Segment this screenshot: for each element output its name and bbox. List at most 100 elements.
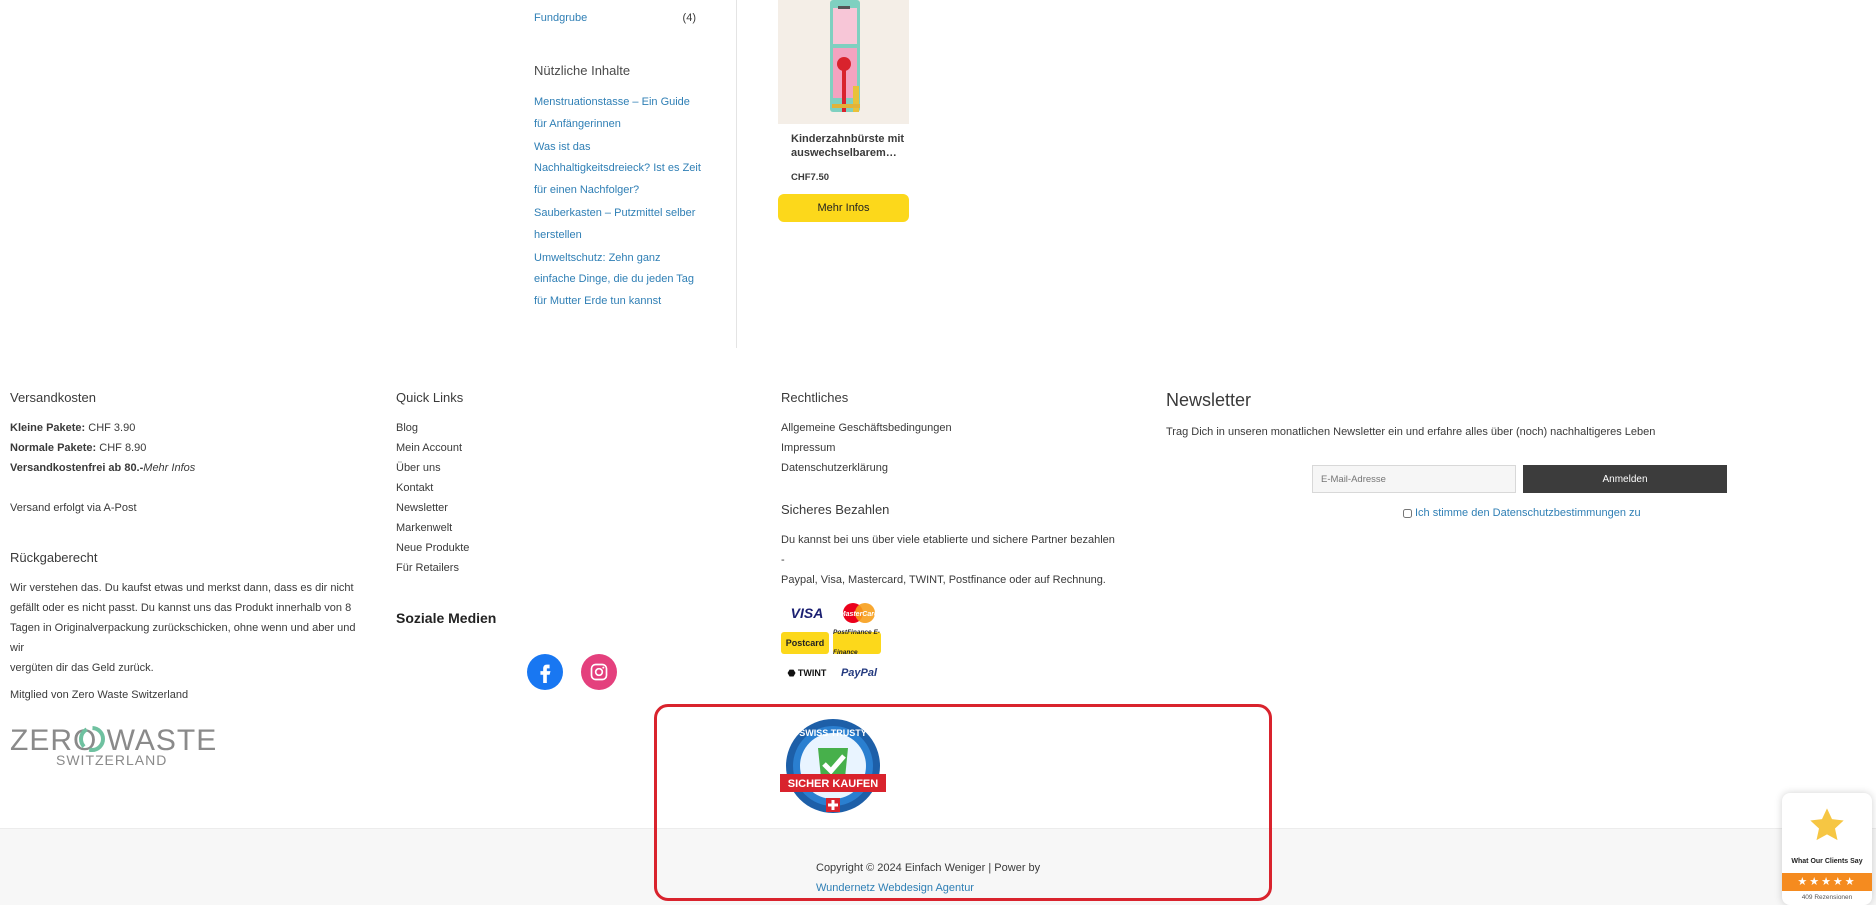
product-title-line[interactable]: Kinderzahnbürste mit xyxy=(791,133,904,145)
post-link-line[interactable]: für einen Nachfolger? xyxy=(534,184,639,196)
legal-links-list: Allgemeine Geschäftsbedingungen Impressu… xyxy=(781,418,1121,478)
mastercard-logo: MasterCard xyxy=(833,602,885,624)
quick-link-account[interactable]: Mein Account xyxy=(396,442,462,454)
trust-seal-graphic: SWISS TRUSTY SICHER KAUFEN xyxy=(780,719,886,813)
post-link-line[interactable]: für Anfängerinnen xyxy=(534,118,621,130)
post-link[interactable]: Menstruationstasse – Ein Guide für Anfän… xyxy=(534,92,702,136)
shipping-carrier-text: Versand erfolgt via A-Post xyxy=(10,502,137,514)
paypal-logo: PayPal xyxy=(840,667,878,679)
quick-link-new-products[interactable]: Neue Produkte xyxy=(396,542,469,554)
post-link-line[interactable]: für Mutter Erde tun kannst xyxy=(534,295,661,307)
post-link-line[interactable]: Menstruationstasse – Ein Guide xyxy=(534,96,690,108)
footer-shipping-column: Versandkosten Kleine Pakete: CHF 3.90 No… xyxy=(10,388,370,678)
small-package-row: Kleine Pakete: CHF 3.90 xyxy=(10,418,370,438)
consent-checkbox-row[interactable]: Ich stimme den Datenschutzbestimmungen z… xyxy=(1403,503,1641,523)
swiss-trusty-seal[interactable]: SWISS TRUSTY SICHER KAUFEN xyxy=(780,718,886,818)
toothbrush-image xyxy=(778,0,909,124)
social-heading: Soziale Medien xyxy=(396,610,497,626)
copyright-text: Copyright © 2024 Einfach Weniger | Power… xyxy=(816,862,1041,874)
more-info-button[interactable]: Mehr Infos xyxy=(778,194,909,222)
agency-link[interactable]: Wundernetz Webdesign Agentur xyxy=(816,882,974,894)
product-image[interactable] xyxy=(778,0,909,124)
quick-link-blog[interactable]: Blog xyxy=(396,422,418,434)
zero-waste-logo[interactable]: ZERO WASTE SWITZERLAND xyxy=(10,722,220,773)
twint-logo: ⬣ TWINT xyxy=(787,668,827,678)
sidebar-divider xyxy=(736,0,737,348)
review-count: 409 Rezensionen xyxy=(1801,894,1853,901)
legal-link-privacy[interactable]: Datenschutzerklärung xyxy=(781,462,888,474)
category-item-fundgrube[interactable]: Fundgrube (4) xyxy=(534,12,696,24)
quick-link-retailers[interactable]: Für Retailers xyxy=(396,562,459,574)
zero-waste-subtitle: SWITZERLAND xyxy=(56,752,167,768)
product-price: CHF7.50 xyxy=(791,172,830,183)
consent-checkbox[interactable] xyxy=(1403,508,1412,518)
free-shipping-label: Versandkostenfrei ab 80.- xyxy=(10,462,144,474)
post-link-line[interactable]: Sauberkasten – Putzmittel selber xyxy=(534,207,695,219)
email-input[interactable] xyxy=(1312,465,1516,493)
post-link-line[interactable]: Nachhaltigkeitsdreieck? Ist es Zeit xyxy=(534,162,701,174)
returns-line: gefällt oder es nicht passt. Du kannst u… xyxy=(10,602,352,614)
member-text: Mitglied von Zero Waste Switzerland xyxy=(10,689,189,701)
category-count: (4) xyxy=(682,12,696,24)
useful-posts-list: Menstruationstasse – Ein Guide für Anfän… xyxy=(534,92,702,314)
quick-link-contact[interactable]: Kontakt xyxy=(396,482,433,494)
post-link[interactable]: Umweltschutz: Zehn ganz einfache Dinge, … xyxy=(534,248,702,313)
small-package-price: CHF 3.90 xyxy=(85,422,136,434)
normal-package-label: Normale Pakete: xyxy=(10,442,97,454)
visa-logo: VISA xyxy=(790,605,824,621)
sidebar-heading: Nützliche Inhalte xyxy=(534,63,631,78)
review-widget[interactable]: What Our Clients Say ★★★★★ 409 Rezension… xyxy=(1782,793,1872,905)
quick-link-newsletter[interactable]: Newsletter xyxy=(396,502,448,514)
returns-line: Tagen in Originalverpackung zurückschick… xyxy=(10,622,356,654)
review-widget-label: What Our Clients Say xyxy=(1791,858,1863,865)
seal-banner-text: SICHER KAUFEN xyxy=(788,778,879,790)
zero-waste-logo-graphic: ZERO WASTE SWITZERLAND xyxy=(10,724,216,768)
quick-links-list: Blog Mein Account Über uns Kontakt Newsl… xyxy=(396,418,696,578)
footer-quicklinks-column: Quick Links Blog Mein Account Über uns K… xyxy=(396,388,696,690)
signup-button[interactable]: Anmelden xyxy=(1523,465,1727,493)
quick-link-about[interactable]: Über uns xyxy=(396,462,441,474)
quick-link-brands[interactable]: Markenwelt xyxy=(396,522,452,534)
payment-heading: Sicheres Bezahlen xyxy=(781,502,890,517)
star-icon xyxy=(1810,808,1844,841)
post-link[interactable]: Sauberkasten – Putzmittel selber herstel… xyxy=(534,203,702,247)
payment-logos: VISA MasterCard Postcard PostFinance E-F… xyxy=(781,602,1121,684)
post-link-line[interactable]: Umweltschutz: Zehn ganz xyxy=(534,252,661,264)
returns-text: Wir verstehen das. Du kaufst etwas und m… xyxy=(10,578,370,678)
newsletter-form: Anmelden xyxy=(1312,465,1727,493)
review-stars: ★★★★★ xyxy=(1782,873,1872,891)
quick-links-heading: Quick Links xyxy=(396,390,464,405)
consent-label[interactable]: Ich stimme den Datenschutzbestimmungen z… xyxy=(1415,503,1641,523)
product-title[interactable]: Kinderzahnbürste mit auswechselbarem… xyxy=(791,132,911,160)
returns-heading: Rückgaberecht xyxy=(10,550,98,565)
more-info-link[interactable]: Mehr Infos xyxy=(143,462,195,474)
payment-text-line: Paypal, Visa, Mastercard, TWINT, Postfin… xyxy=(781,574,1106,586)
normal-package-price: CHF 8.90 xyxy=(96,442,147,454)
svg-text:MasterCard: MasterCard xyxy=(840,611,879,618)
payment-text-line: Du kannst bei uns über viele etablierte … xyxy=(781,534,1115,566)
returns-line: Wir verstehen das. Du kaufst etwas und m… xyxy=(10,582,354,594)
post-link-line[interactable]: herstellen xyxy=(534,229,582,241)
copyright: Copyright © 2024 Einfach Weniger | Power… xyxy=(816,858,1040,898)
free-shipping-row: Versandkostenfrei ab 80.-Mehr Infos xyxy=(10,458,370,478)
newsletter-heading: Newsletter xyxy=(1166,390,1252,410)
post-link-line[interactable]: einfache Dinge, die du jeden Tag xyxy=(534,273,694,285)
legal-link-imprint[interactable]: Impressum xyxy=(781,442,835,454)
facebook-icon[interactable] xyxy=(527,654,563,690)
legal-link-terms[interactable]: Allgemeine Geschäftsbedingungen xyxy=(781,422,952,434)
postcard-logo: Postcard xyxy=(781,632,829,654)
instagram-icon[interactable] xyxy=(581,654,617,690)
legal-heading: Rechtliches xyxy=(781,390,849,405)
post-link[interactable]: Was ist das Nachhaltigkeitsdreieck? Ist … xyxy=(534,137,702,202)
small-package-label: Kleine Pakete: xyxy=(10,422,86,434)
footer-legal-column: Rechtliches Allgemeine Geschäftsbedingun… xyxy=(781,388,1121,684)
shipping-heading: Versandkosten xyxy=(10,390,97,405)
product-title-line[interactable]: auswechselbarem… xyxy=(791,147,897,159)
social-icons xyxy=(527,654,696,690)
postfinance-efinance-logo: PostFinance E-Finance xyxy=(833,629,881,656)
normal-package-row: Normale Pakete: CHF 8.90 xyxy=(10,438,370,458)
seal-top-text: SWISS TRUSTY xyxy=(799,728,867,738)
footer-newsletter-column: Newsletter Trag Dich in unseren monatlic… xyxy=(1166,388,1846,519)
post-link-line[interactable]: Was ist das xyxy=(534,141,590,153)
category-link[interactable]: Fundgrube xyxy=(534,12,587,24)
